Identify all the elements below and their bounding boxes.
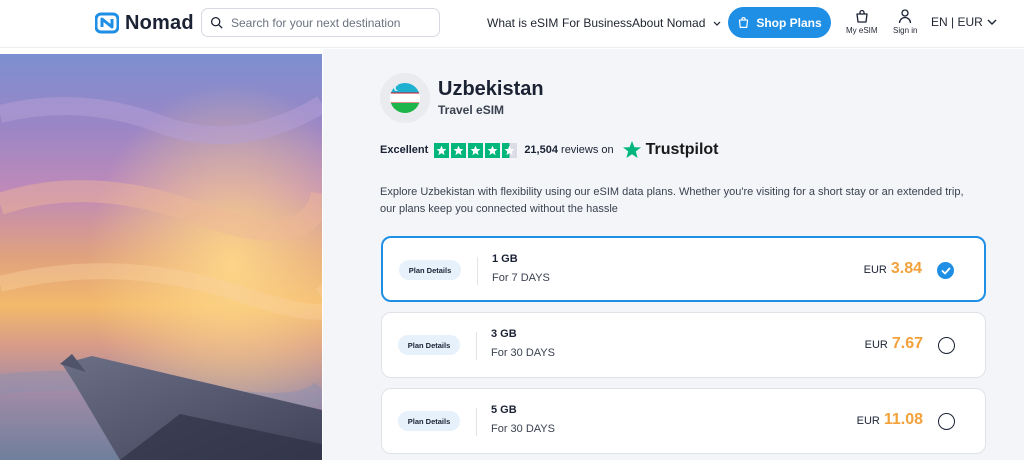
plan-amount: 7.67: [891, 335, 923, 352]
plan-divider: [476, 408, 477, 436]
sign-in-label: Sign in: [893, 26, 918, 35]
plan-currency: EUR: [856, 415, 880, 427]
plan-radio[interactable]: [938, 413, 955, 430]
esim-bag-icon: [856, 9, 868, 23]
plan-amount: 11.08: [883, 411, 923, 428]
airplane-wing-illustration: [0, 54, 322, 460]
plan-divider: [476, 332, 477, 360]
review-count-text: 21,504 reviews on: [524, 144, 613, 156]
shop-plans-label: Shop Plans: [756, 15, 822, 30]
language-currency-label: EN | EUR: [931, 15, 983, 29]
plan-details-button[interactable]: Plan Details: [398, 411, 460, 431]
plan-duration: For 30 DAYS: [491, 347, 555, 359]
search-icon: [210, 16, 223, 29]
plan-currency: EUR: [864, 339, 888, 351]
nomad-logo-icon: [95, 12, 119, 34]
nav-for-business[interactable]: For Business: [562, 16, 632, 30]
country-flag-badge: [380, 73, 430, 123]
plan-details-button[interactable]: Plan Details: [398, 335, 460, 355]
reviews-suffix: reviews on: [561, 144, 614, 156]
shopping-bag-icon: [739, 17, 749, 28]
half-star-icon: [502, 142, 518, 158]
plan-duration: For 30 DAYS: [491, 423, 555, 435]
nav-what-is-esim[interactable]: What is eSIM: [487, 16, 558, 30]
plan-data-amount: 5 GB: [491, 404, 517, 416]
star-icon: [468, 142, 484, 158]
star-icon: [485, 142, 501, 158]
plan-card[interactable]: Plan Details 1 GB For 7 DAYS EUR 3.84: [381, 236, 986, 302]
country-subtitle: Travel eSIM: [438, 103, 505, 117]
rating-stars: [434, 142, 518, 158]
brand-name: Nomad: [125, 11, 194, 34]
nomad-logo[interactable]: Nomad: [95, 9, 194, 37]
search-input[interactable]: [231, 15, 421, 30]
rating-label: Excellent: [380, 144, 429, 156]
nav-about-label: About Nomad: [632, 16, 706, 30]
plan-radio[interactable]: [938, 337, 955, 354]
trustpilot-logo: Trustpilot: [622, 140, 719, 160]
plan-selected-radio[interactable]: [937, 262, 954, 279]
trustpilot-rating[interactable]: Excellent 21,504 reviews on Trustpilot: [380, 139, 719, 161]
chevron-down-icon: [987, 19, 997, 25]
shop-plans-button[interactable]: Shop Plans: [728, 7, 831, 38]
plan-data-amount: 1 GB: [492, 253, 518, 265]
trustpilot-label: Trustpilot: [645, 141, 719, 158]
plan-divider: [477, 257, 478, 285]
uzbekistan-flag-icon: [390, 83, 420, 113]
plan-duration: For 7 DAYS: [492, 272, 550, 284]
my-esim-label: My eSIM: [846, 26, 878, 35]
plan-amount: 3.84: [890, 260, 922, 277]
search-box[interactable]: [201, 8, 440, 37]
plan-price: EUR 3.84: [864, 260, 922, 278]
user-icon: [899, 9, 912, 24]
hero-sky-image: [0, 54, 322, 460]
plan-data-amount: 3 GB: [491, 328, 517, 340]
country-name: Uzbekistan: [438, 78, 544, 100]
trustpilot-star-icon: [622, 141, 641, 158]
chevron-down-icon: [713, 21, 721, 26]
plan-price: EUR 7.67: [865, 335, 923, 353]
my-esim-link[interactable]: My eSIM: [846, 8, 878, 35]
star-icon: [434, 142, 450, 158]
top-header: Nomad What is eSIM For Business About No…: [0, 0, 1024, 48]
plan-details-button[interactable]: Plan Details: [399, 260, 461, 280]
destination-description: Explore Uzbekistan with flexibility usin…: [380, 186, 964, 215]
star-icon: [451, 142, 467, 158]
plan-card[interactable]: Plan Details 3 GB For 30 DAYS EUR 7.67: [381, 312, 986, 378]
language-currency-selector[interactable]: EN | EUR: [931, 15, 997, 29]
plan-currency: EUR: [863, 264, 887, 276]
plan-price: EUR 11.08: [857, 411, 923, 429]
sign-in-link[interactable]: Sign in: [893, 8, 917, 35]
review-count: 21,504: [524, 144, 558, 156]
plan-card[interactable]: Plan Details 5 GB For 30 DAYS EUR 11.08: [381, 388, 986, 454]
checkmark-icon: [941, 267, 950, 274]
nav-about-nomad[interactable]: About Nomad: [632, 16, 721, 30]
